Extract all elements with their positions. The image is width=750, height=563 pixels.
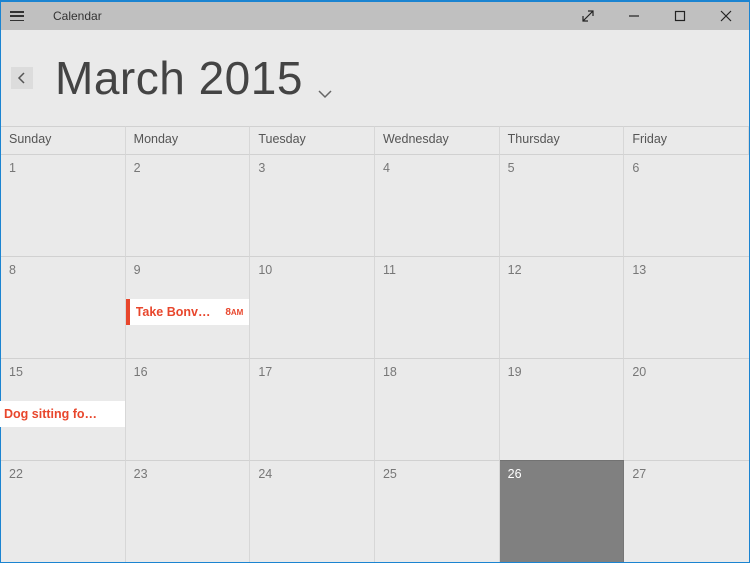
- window-controls: [565, 2, 749, 30]
- chevron-down-icon: [317, 87, 333, 105]
- day-number: 16: [134, 365, 148, 379]
- titlebar: Calendar: [1, 2, 749, 30]
- day-number: 3: [258, 161, 265, 175]
- app-window: Calendar March 2015: [0, 0, 750, 563]
- day-cell[interactable]: 3: [250, 154, 375, 256]
- day-cell-today[interactable]: 26: [500, 460, 625, 562]
- previous-month-button[interactable]: [11, 67, 33, 89]
- maximize-icon: [674, 10, 686, 22]
- weekday-header: Thursday: [500, 126, 625, 154]
- day-cell[interactable]: 11: [375, 256, 500, 358]
- day-cell[interactable]: 2: [126, 154, 251, 256]
- day-number: 1: [9, 161, 16, 175]
- day-number: 26: [508, 467, 522, 481]
- chevron-left-icon: [17, 72, 27, 84]
- day-cell[interactable]: 27: [624, 460, 749, 562]
- day-number: 6: [632, 161, 639, 175]
- weekday-header: Tuesday: [250, 126, 375, 154]
- day-cell[interactable]: 23: [126, 460, 251, 562]
- day-number: 25: [383, 467, 397, 481]
- day-number: 23: [134, 467, 148, 481]
- day-cell[interactable]: 19: [500, 358, 625, 460]
- month-label: March 2015: [55, 51, 303, 105]
- day-cell[interactable]: 20: [624, 358, 749, 460]
- day-number: 8: [9, 263, 16, 277]
- month-picker[interactable]: March 2015: [55, 51, 333, 105]
- day-number: 5: [508, 161, 515, 175]
- day-cell[interactable]: 22: [1, 460, 126, 562]
- event-time: 8AM: [225, 307, 243, 318]
- day-cell[interactable]: 8: [1, 256, 126, 358]
- calendar-event[interactable]: Dog sitting fo…: [0, 401, 125, 427]
- weekday-header: Friday: [624, 126, 749, 154]
- expand-icon: [581, 9, 595, 23]
- day-cell[interactable]: 10: [250, 256, 375, 358]
- day-cell[interactable]: 17: [250, 358, 375, 460]
- day-number: 17: [258, 365, 272, 379]
- day-number: 22: [9, 467, 23, 481]
- day-cell[interactable]: 6: [624, 154, 749, 256]
- hamburger-icon: [10, 11, 24, 21]
- day-number: 18: [383, 365, 397, 379]
- weekday-header: Monday: [126, 126, 251, 154]
- day-cell[interactable]: 4: [375, 154, 500, 256]
- event-title: Dog sitting fo…: [4, 407, 119, 421]
- day-number: 10: [258, 263, 272, 277]
- day-number: 9: [134, 263, 141, 277]
- day-cell[interactable]: 15 Dog sitting fo…: [1, 358, 126, 460]
- weekday-header: Sunday: [1, 126, 126, 154]
- month-header: March 2015: [1, 30, 749, 126]
- day-cell[interactable]: 12: [500, 256, 625, 358]
- day-number: 4: [383, 161, 390, 175]
- app-title: Calendar: [53, 9, 102, 23]
- day-number: 2: [134, 161, 141, 175]
- day-number: 27: [632, 467, 646, 481]
- day-number: 20: [632, 365, 646, 379]
- event-title: Take Bonv…: [136, 305, 222, 319]
- close-icon: [720, 10, 732, 22]
- day-number: 11: [383, 263, 396, 277]
- maximize-button[interactable]: [657, 2, 703, 30]
- hamburger-menu-button[interactable]: [1, 2, 33, 30]
- weekday-header: Wednesday: [375, 126, 500, 154]
- day-cell[interactable]: 9 Take Bonv… 8AM: [126, 256, 251, 358]
- day-cell[interactable]: 18: [375, 358, 500, 460]
- day-cell[interactable]: 24: [250, 460, 375, 562]
- day-number: 15: [9, 365, 23, 379]
- day-number: 24: [258, 467, 272, 481]
- day-number: 19: [508, 365, 522, 379]
- day-cell[interactable]: 13: [624, 256, 749, 358]
- day-number: 13: [632, 263, 646, 277]
- minimize-button[interactable]: [611, 2, 657, 30]
- day-number: 12: [508, 263, 522, 277]
- day-cell[interactable]: 25: [375, 460, 500, 562]
- day-cell[interactable]: 5: [500, 154, 625, 256]
- minimize-icon: [628, 10, 640, 22]
- day-cell[interactable]: 1: [1, 154, 126, 256]
- expand-button[interactable]: [565, 2, 611, 30]
- day-cell[interactable]: 16: [126, 358, 251, 460]
- close-button[interactable]: [703, 2, 749, 30]
- calendar-event[interactable]: Take Bonv… 8AM: [126, 299, 250, 325]
- calendar-grid: Sunday Monday Tuesday Wednesday Thursday…: [1, 126, 749, 562]
